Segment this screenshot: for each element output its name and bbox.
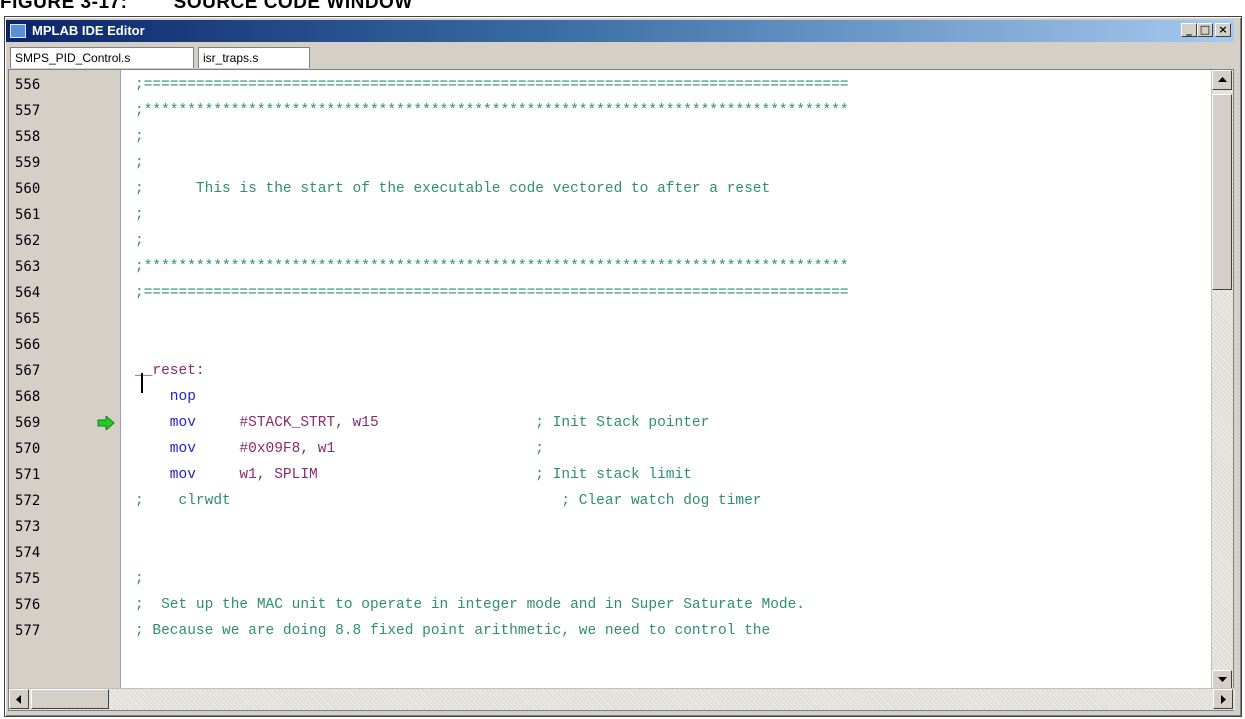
- green-arrow-icon: [97, 416, 115, 430]
- figure-caption: FIGURE 3-17: SOURCE CODE WINDOW: [0, 0, 413, 12]
- minimize-button[interactable]: _: [1181, 23, 1197, 37]
- code-line[interactable]: ; Because we are doing 8.8 fixed point a…: [135, 618, 770, 644]
- code-token-cm: ; This is the start of the executable co…: [135, 181, 771, 197]
- code-line[interactable]: __reset:: [135, 358, 205, 384]
- code-token-cm: ;=======================================…: [135, 77, 849, 93]
- line-number: 574: [15, 545, 41, 561]
- code-token-op: #0x09F8, w1: [195, 441, 336, 457]
- line-number: 575: [15, 571, 41, 587]
- line-number: 558: [15, 129, 41, 145]
- line-number: 559: [15, 155, 41, 171]
- code-line[interactable]: mov w1, SPLIM ; Init stack limit: [135, 462, 692, 488]
- vertical-scrollbar[interactable]: [1211, 70, 1233, 690]
- code-token-kw: mov: [135, 467, 196, 483]
- code-token-cm: ;=======================================…: [135, 285, 849, 301]
- line-number: 561: [15, 207, 41, 223]
- code-token-cm: ;: [135, 571, 144, 587]
- code-token-cm: ;: [135, 233, 144, 249]
- line-number: 573: [15, 519, 41, 535]
- code-line[interactable]: ;***************************************…: [135, 254, 849, 280]
- code-token-cm: ; Set up the MAC unit to operate in inte…: [135, 597, 806, 613]
- scroll-right-arrow-icon[interactable]: [1213, 689, 1233, 709]
- code-token-kw: mov: [135, 415, 196, 431]
- code-line[interactable]: ;: [135, 124, 144, 150]
- code-line[interactable]: ;***************************************…: [135, 98, 849, 124]
- code-line[interactable]: nop: [135, 384, 196, 410]
- line-number: 562: [15, 233, 41, 249]
- code-line[interactable]: ;=======================================…: [135, 72, 849, 98]
- code-line[interactable]: ; Set up the MAC unit to operate in inte…: [135, 592, 805, 618]
- code-line[interactable]: ; This is the start of the executable co…: [135, 176, 770, 202]
- line-number: 571: [15, 467, 41, 483]
- code-token-cm: ;***************************************…: [135, 103, 849, 119]
- code-token-cm: ;***************************************…: [135, 259, 849, 275]
- line-number: 564: [15, 285, 41, 301]
- line-number: 576: [15, 597, 41, 613]
- line-number: 563: [15, 259, 41, 275]
- line-number: 557: [15, 103, 41, 119]
- code-line[interactable]: ;=======================================…: [135, 280, 849, 306]
- line-number: 566: [15, 337, 41, 353]
- code-token-cm: ; clrwdt ; Clear watch dog timer: [135, 493, 762, 509]
- horizontal-scrollbar[interactable]: [9, 688, 1235, 710]
- scroll-down-arrow-icon[interactable]: [1212, 670, 1232, 690]
- line-number: 570: [15, 441, 41, 457]
- source-editor[interactable]: 556 557 558 559 560 561 562 563 564 565 566 567 568 5…: [8, 69, 1235, 711]
- line-number: 572: [15, 493, 41, 509]
- code-token-op: w1, SPLIM: [195, 467, 318, 483]
- code-token-cm: ;: [135, 129, 144, 145]
- code-line[interactable]: mov #0x09F8, w1 ;: [135, 436, 544, 462]
- code-token-lbl: __reset:: [135, 363, 205, 379]
- horizontal-scroll-thumb[interactable]: [31, 689, 109, 709]
- line-number: 560: [15, 181, 41, 197]
- code-area[interactable]: ;=======================================…: [121, 70, 1211, 690]
- app-icon: [10, 24, 26, 38]
- line-number: 556: [15, 77, 41, 93]
- line-number: 565: [15, 311, 41, 327]
- close-button[interactable]: ×: [1215, 23, 1231, 37]
- code-token-cm: ; Init Stack pointer: [378, 415, 710, 431]
- code-token-cm: ;: [335, 441, 544, 457]
- code-token-kw: mov: [135, 441, 196, 457]
- code-line[interactable]: ; clrwdt ; Clear watch dog timer: [135, 488, 762, 514]
- vertical-scroll-thumb[interactable]: [1212, 94, 1232, 290]
- tab-smps-pid-control[interactable]: SMPS_PID_Control.s: [10, 47, 194, 68]
- line-number: 569: [15, 415, 41, 431]
- code-line[interactable]: ;: [135, 566, 144, 592]
- title-bar[interactable]: MPLAB IDE Editor _ □ ×: [6, 20, 1234, 42]
- code-line[interactable]: ;: [135, 150, 144, 176]
- line-number: 577: [15, 623, 41, 639]
- code-token-cm: ;: [135, 207, 144, 223]
- scroll-up-arrow-icon[interactable]: [1212, 70, 1232, 90]
- scroll-left-arrow-icon[interactable]: [9, 689, 29, 709]
- code-token-kw: nop: [135, 389, 196, 405]
- code-token-cm: ; Init stack limit: [317, 467, 692, 483]
- maximize-button[interactable]: □: [1197, 23, 1213, 37]
- code-token-op: #STACK_STRT, w15: [195, 415, 379, 431]
- code-token-cm: ;: [135, 155, 144, 171]
- line-number: 568: [15, 389, 41, 405]
- code-token-cm: ; Because we are doing 8.8 fixed point a…: [135, 623, 771, 639]
- code-line[interactable]: mov #STACK_STRT, w15 ; Init Stack pointe…: [135, 410, 710, 436]
- code-line[interactable]: ;: [135, 228, 144, 254]
- tab-isr-traps[interactable]: isr_traps.s: [198, 47, 310, 68]
- line-number-gutter[interactable]: 556 557 558 559 560 561 562 563 564 565 566 567 568 5…: [9, 70, 121, 690]
- code-line[interactable]: ;: [135, 202, 144, 228]
- window-title: MPLAB IDE Editor: [32, 23, 145, 38]
- text-cursor: [141, 373, 143, 393]
- line-number: 567: [15, 363, 41, 379]
